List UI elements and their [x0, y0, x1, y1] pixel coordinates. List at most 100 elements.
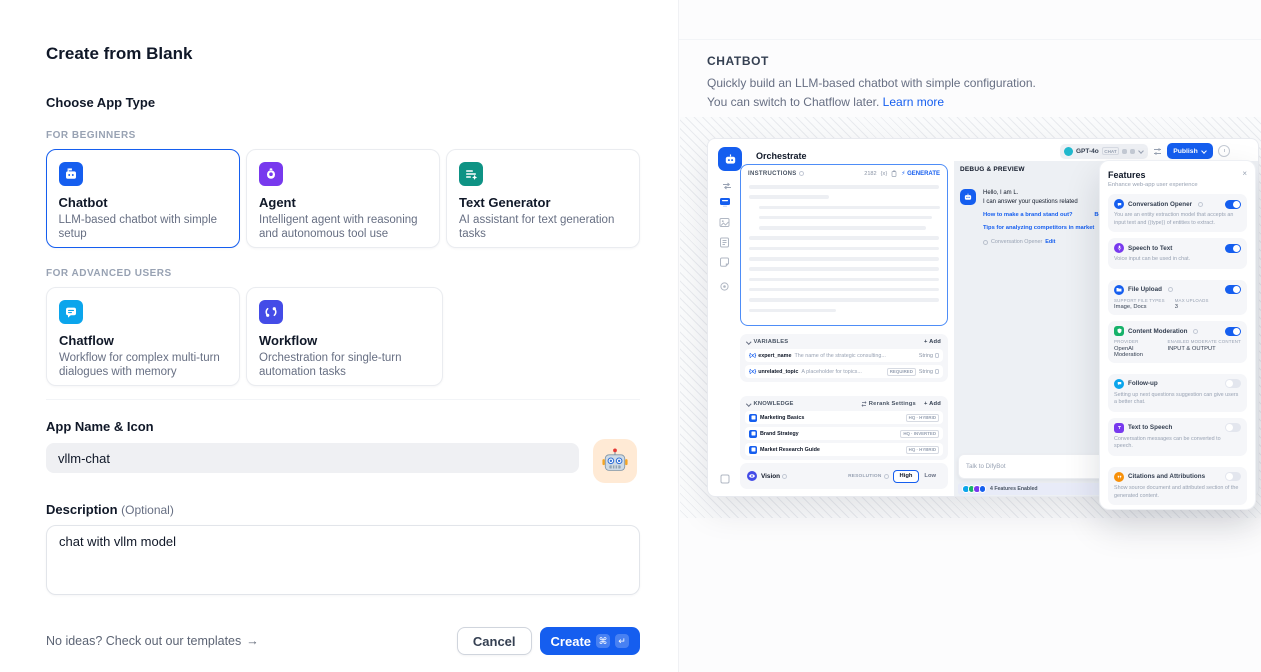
model-mode-badge: CHAT: [1102, 147, 1119, 155]
app-icon-picker[interactable]: [593, 439, 637, 483]
features-enabled-label: 4 Features Enabled: [990, 486, 1038, 492]
info-icon: [1168, 287, 1173, 292]
model-selector: GPT-4o CHAT: [1060, 144, 1148, 159]
app-type-description: AI assistant for text generation tasks: [459, 213, 627, 242]
feature-label: Follow-up: [1128, 380, 1158, 387]
chevron-down-icon: [746, 339, 751, 344]
close-icon: ×: [1242, 170, 1247, 178]
opener-icon: [983, 240, 988, 245]
text-generator-icon: [459, 162, 483, 186]
feature-toggle: [1225, 244, 1241, 253]
publish-label: Publish: [1173, 148, 1198, 155]
feature-toggle: [1225, 327, 1241, 336]
app-type-card-agent[interactable]: Agent Intelligent agent with reasoning a…: [246, 149, 440, 248]
page-title: Create from Blank: [46, 44, 640, 64]
features-subtitle: Enhance web-app user experience: [1108, 182, 1247, 188]
text-to-speech-icon: [1114, 423, 1124, 433]
knowledge-badge: HQ · HYBRID: [906, 446, 939, 454]
chevron-down-icon: [1201, 148, 1207, 154]
chatflow-icon: [59, 300, 83, 324]
app-name-input[interactable]: [46, 443, 579, 473]
app-type-description: LLM-based chatbot with simple setup: [59, 213, 228, 242]
variable-row: {x} expert_name The name of the strategi…: [745, 349, 943, 362]
description-textarea[interactable]: chat with vllm model: [46, 525, 640, 595]
app-name-label: App Name & Icon: [46, 419, 640, 434]
note-nav-icon: [719, 255, 730, 273]
greeting-line2: I can answer your questions related: [983, 198, 1105, 207]
feature-toggle: [1225, 423, 1241, 432]
feature-description: Conversation messages can be converted t…: [1114, 436, 1241, 451]
templates-link[interactable]: No ideas? Check out our templates →: [46, 634, 259, 648]
copy-icon: [891, 170, 897, 177]
info-icon: [884, 474, 889, 479]
model-provider-icon: [1064, 147, 1073, 156]
instructions-skeleton: [741, 180, 947, 324]
preview-app-logo-icon: [718, 147, 742, 171]
learn-more-link[interactable]: Learn more: [883, 95, 944, 109]
feature-description: Voice input can be used in chat.: [1114, 256, 1241, 264]
model-bar: GPT-4o CHAT Publish: [1060, 143, 1230, 159]
variables-icon: {x}: [881, 171, 888, 177]
app-type-name: Chatbot: [59, 195, 228, 210]
variable-name: unrelated_topic: [758, 369, 798, 375]
feature-label: Speech to Text: [1128, 245, 1172, 252]
chatbot-icon: [59, 162, 83, 186]
model-param-icon: [1122, 149, 1127, 154]
info-icon: [782, 474, 787, 479]
app-type-heading: CHATBOT: [707, 54, 1231, 68]
divider: [46, 399, 640, 400]
app-type-card-workflow[interactable]: Workflow Orchestration for single-turn a…: [246, 287, 443, 386]
conversation-opener-icon: [1114, 199, 1124, 209]
bot-avatar: [960, 189, 976, 205]
app-type-card-text-generator[interactable]: Text Generator AI assistant for text gen…: [446, 149, 640, 248]
app-type-description: Intelligent agent with reasoning and aut…: [259, 213, 427, 242]
orchestrate-nav-icon: [719, 195, 731, 213]
sliders-icon: [1153, 147, 1162, 156]
templates-link-text: No ideas? Check out our templates: [46, 634, 241, 648]
chevron-down-icon: [1138, 148, 1144, 154]
app-type-description: Orchestration for single-turn automation…: [259, 351, 430, 380]
knowledge-doc-icon: [749, 446, 757, 454]
for-advanced-users-label: FOR ADVANCED USERS: [46, 268, 640, 279]
document-nav-icon: [719, 235, 730, 253]
feature-toggle: [1225, 285, 1241, 294]
feature-label: Text to Speech: [1128, 424, 1172, 431]
cancel-label: Cancel: [473, 634, 516, 649]
type-icon: [935, 369, 940, 374]
suggestion-text: How to make a brand stand out?: [983, 211, 1073, 220]
generate-label: GENERATE: [907, 171, 940, 177]
feature-meta-label: SUPPORT FILE TYPES: [1114, 298, 1165, 303]
required-badge: REQUIRED: [887, 368, 916, 376]
feature-label: Content Moderation: [1128, 328, 1187, 335]
create-button[interactable]: Create ⌘ ↵: [540, 627, 640, 655]
knowledge-title: KNOWLEDGE: [754, 401, 794, 407]
knowledge-doc-icon: [749, 414, 757, 422]
variable-description: A placeholder for topics...: [801, 369, 886, 375]
feature-meta-label: MAX UPLOADS: [1175, 298, 1209, 303]
publish-button: Publish: [1167, 143, 1213, 159]
agent-icon: [259, 162, 283, 186]
variables-section: VARIABLES + Add {x} expert_name The name…: [740, 334, 948, 382]
image-nav-icon: [719, 215, 730, 233]
feature-label: Citations and Attributions: [1128, 473, 1205, 480]
chevron-down-icon: [746, 401, 751, 406]
edit-link: Edit: [1045, 238, 1055, 246]
features-title: Features: [1108, 170, 1146, 180]
file-upload-icon: [1114, 285, 1124, 295]
instructions-title: INSTRUCTIONS: [748, 171, 797, 177]
app-type-card-chatflow[interactable]: Chatflow Workflow for complex multi-turn…: [46, 287, 240, 386]
feature-item-follow-up: Follow-up Setting up next questions sugg…: [1108, 374, 1247, 412]
knowledge-badge: HQ · INVERTED: [900, 430, 939, 438]
resolution-low-option: Low: [919, 471, 941, 482]
cancel-button[interactable]: Cancel: [457, 627, 532, 655]
type-icon: [935, 353, 940, 358]
app-type-name: Workflow: [259, 333, 430, 348]
app-type-card-chatbot[interactable]: Chatbot LLM-based chatbot with simple se…: [46, 149, 240, 248]
create-label: Create: [551, 634, 591, 649]
choose-app-type-label: Choose App Type: [46, 95, 640, 110]
knowledge-name: Marketing Basics: [760, 415, 804, 421]
feature-description: Setting up next questions suggestion can…: [1114, 392, 1241, 407]
preview-app-title: Orchestrate: [756, 151, 807, 161]
citations-icon: [1114, 472, 1124, 482]
chat-input-preview: Talk to DifyBot: [958, 454, 1118, 479]
